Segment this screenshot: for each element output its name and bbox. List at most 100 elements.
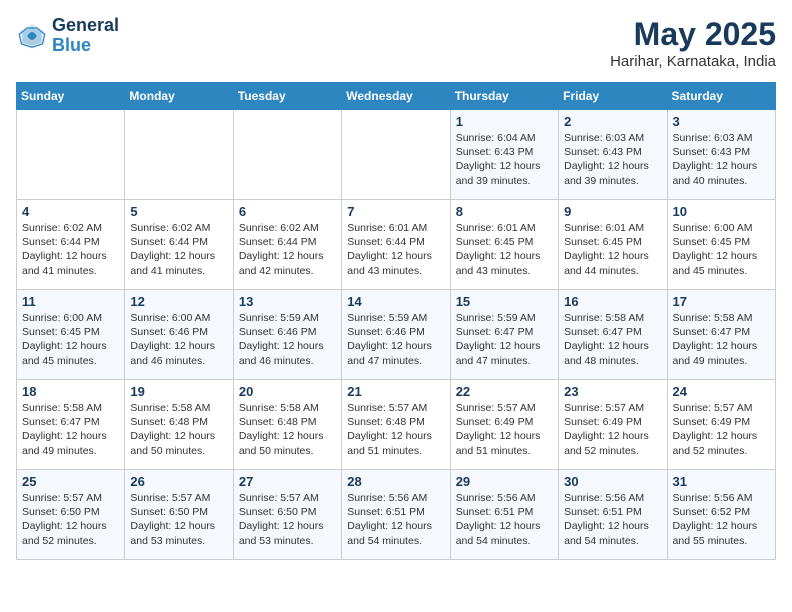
calendar-cell: 6 Sunrise: 6:02 AM Sunset: 6:44 PM Daylig… [233,200,341,290]
day-info: Sunrise: 6:03 AM Sunset: 6:43 PM Dayligh… [673,131,770,188]
day-number: 4 [22,204,119,219]
calendar-cell: 30 Sunrise: 5:56 AM Sunset: 6:51 PM Dayli… [559,470,667,560]
day-number: 24 [673,384,770,399]
day-header-saturday: Saturday [667,83,775,110]
day-number: 12 [130,294,227,309]
week-row-1: 1 Sunrise: 6:04 AM Sunset: 6:43 PM Daylig… [17,110,776,200]
calendar-cell: 29Sunrise: 5:56 AM Sunset: 6:51 PM Dayli… [450,470,558,560]
calendar-cell [233,110,341,200]
day-number: 25 [22,474,119,489]
day-number: 31 [673,474,770,489]
calendar-cell: 3 Sunrise: 6:03 AM Sunset: 6:43 PM Daylig… [667,110,775,200]
calendar-cell: 14Sunrise: 5:59 AM Sunset: 6:46 PM Dayli… [342,290,450,380]
calendar-cell [17,110,125,200]
calendar-cell: 9 Sunrise: 6:01 AM Sunset: 6:45 PM Daylig… [559,200,667,290]
day-number: 17 [673,294,770,309]
day-number: 26 [130,474,227,489]
day-number: 27 [239,474,336,489]
calendar-cell: 1 Sunrise: 6:04 AM Sunset: 6:43 PM Daylig… [450,110,558,200]
calendar-cell [342,110,450,200]
day-number: 3 [673,114,770,129]
day-number: 1 [456,114,553,129]
calendar-cell: 22 Sunrise: 5:57 AM Sunset: 6:49 PM Dayli… [450,380,558,470]
calendar-cell: 5 Sunrise: 6:02 AM Sunset: 6:44 PM Daylig… [125,200,233,290]
day-info: Sunrise: 6:00 AM Sunset: 6:46 PM Dayligh… [130,311,227,368]
day-number: 2 [564,114,661,129]
day-number: 29 [456,474,553,489]
day-info: Sunrise: 6:01 AM Sunset: 6:45 PM Dayligh… [564,221,661,278]
day-info: Sunrise: 6:02 AM Sunset: 6:44 PM Dayligh… [239,221,336,278]
calendar-cell: 31 Sunrise: 5:56 AM Sunset: 6:52 PM Dayli… [667,470,775,560]
calendar-cell: 8 Sunrise: 6:01 AM Sunset: 6:45 PM Daylig… [450,200,558,290]
day-number: 23 [564,384,661,399]
location: Harihar, Karnataka, India [610,53,776,70]
day-info: Sunrise: 6:04 AM Sunset: 6:43 PM Dayligh… [456,131,553,188]
day-info: Sunrise: 6:02 AM Sunset: 6:44 PM Dayligh… [130,221,227,278]
day-header-thursday: Thursday [450,83,558,110]
header-row: SundayMondayTuesdayWednesdayThursdayFrid… [17,83,776,110]
week-row-2: 4 Sunrise: 6:02 AM Sunset: 6:44 PM Daylig… [17,200,776,290]
calendar-cell: 10 Sunrise: 6:00 AM Sunset: 6:45 PM Dayli… [667,200,775,290]
calendar-cell: 23 Sunrise: 5:57 AM Sunset: 6:49 PM Dayli… [559,380,667,470]
day-number: 9 [564,204,661,219]
day-info: Sunrise: 5:57 AM Sunset: 6:49 PM Dayligh… [456,401,553,458]
calendar-cell: 26 Sunrise: 5:57 AM Sunset: 6:50 PM Dayli… [125,470,233,560]
day-number: 16 [564,294,661,309]
day-info: Sunrise: 5:56 AM Sunset: 6:51 PM Dayligh… [564,491,661,548]
month-title: May 2025 [610,16,776,53]
day-header-monday: Monday [125,83,233,110]
logo-icon [16,20,48,52]
day-info: Sunrise: 5:57 AM Sunset: 6:50 PM Dayligh… [239,491,336,548]
calendar-cell: 19Sunrise: 5:58 AM Sunset: 6:48 PM Dayli… [125,380,233,470]
day-number: 13 [239,294,336,309]
day-number: 18 [22,384,119,399]
calendar-table: SundayMondayTuesdayWednesdayThursdayFrid… [16,82,776,560]
day-number: 6 [239,204,336,219]
day-info: Sunrise: 6:01 AM Sunset: 6:45 PM Dayligh… [456,221,553,278]
calendar-cell: 25Sunrise: 5:57 AM Sunset: 6:50 PM Dayli… [17,470,125,560]
day-info: Sunrise: 5:59 AM Sunset: 6:47 PM Dayligh… [456,311,553,368]
week-row-3: 11Sunrise: 6:00 AM Sunset: 6:45 PM Dayli… [17,290,776,380]
day-number: 30 [564,474,661,489]
day-number: 5 [130,204,227,219]
day-info: Sunrise: 5:57 AM Sunset: 6:49 PM Dayligh… [564,401,661,458]
day-number: 11 [22,294,119,309]
calendar-cell: 27 Sunrise: 5:57 AM Sunset: 6:50 PM Dayli… [233,470,341,560]
day-number: 19 [130,384,227,399]
calendar-cell: 7 Sunrise: 6:01 AM Sunset: 6:44 PM Daylig… [342,200,450,290]
day-number: 15 [456,294,553,309]
calendar-cell: 28Sunrise: 5:56 AM Sunset: 6:51 PM Dayli… [342,470,450,560]
day-header-sunday: Sunday [17,83,125,110]
calendar-cell [125,110,233,200]
day-number: 10 [673,204,770,219]
title-block: May 2025 Harihar, Karnataka, India [610,16,776,70]
day-info: Sunrise: 5:57 AM Sunset: 6:49 PM Dayligh… [673,401,770,458]
day-info: Sunrise: 6:01 AM Sunset: 6:44 PM Dayligh… [347,221,444,278]
day-header-tuesday: Tuesday [233,83,341,110]
day-number: 21 [347,384,444,399]
calendar-cell: 24 Sunrise: 5:57 AM Sunset: 6:49 PM Dayli… [667,380,775,470]
day-info: Sunrise: 5:58 AM Sunset: 6:48 PM Dayligh… [239,401,336,458]
day-info: Sunrise: 5:57 AM Sunset: 6:48 PM Dayligh… [347,401,444,458]
calendar-cell: 16 Sunrise: 5:58 AM Sunset: 6:47 PM Dayli… [559,290,667,380]
day-info: Sunrise: 5:59 AM Sunset: 6:46 PM Dayligh… [347,311,444,368]
day-header-wednesday: Wednesday [342,83,450,110]
day-info: Sunrise: 5:59 AM Sunset: 6:46 PM Dayligh… [239,311,336,368]
calendar-cell: 4 Sunrise: 6:02 AM Sunset: 6:44 PM Daylig… [17,200,125,290]
calendar-cell: 15 Sunrise: 5:59 AM Sunset: 6:47 PM Dayli… [450,290,558,380]
calendar-cell: 2Sunrise: 6:03 AM Sunset: 6:43 PM Daylig… [559,110,667,200]
day-info: Sunrise: 6:00 AM Sunset: 6:45 PM Dayligh… [673,221,770,278]
day-number: 20 [239,384,336,399]
page-header: General Blue May 2025 Harihar, Karnataka… [16,16,776,70]
day-number: 8 [456,204,553,219]
day-info: Sunrise: 5:56 AM Sunset: 6:52 PM Dayligh… [673,491,770,548]
day-info: Sunrise: 5:58 AM Sunset: 6:47 PM Dayligh… [564,311,661,368]
day-number: 22 [456,384,553,399]
logo: General Blue [16,16,119,56]
week-row-4: 18Sunrise: 5:58 AM Sunset: 6:47 PM Dayli… [17,380,776,470]
day-info: Sunrise: 5:57 AM Sunset: 6:50 PM Dayligh… [130,491,227,548]
day-info: Sunrise: 6:02 AM Sunset: 6:44 PM Dayligh… [22,221,119,278]
calendar-cell: 20 Sunrise: 5:58 AM Sunset: 6:48 PM Dayli… [233,380,341,470]
day-number: 7 [347,204,444,219]
calendar-cell: 12 Sunrise: 6:00 AM Sunset: 6:46 PM Dayli… [125,290,233,380]
